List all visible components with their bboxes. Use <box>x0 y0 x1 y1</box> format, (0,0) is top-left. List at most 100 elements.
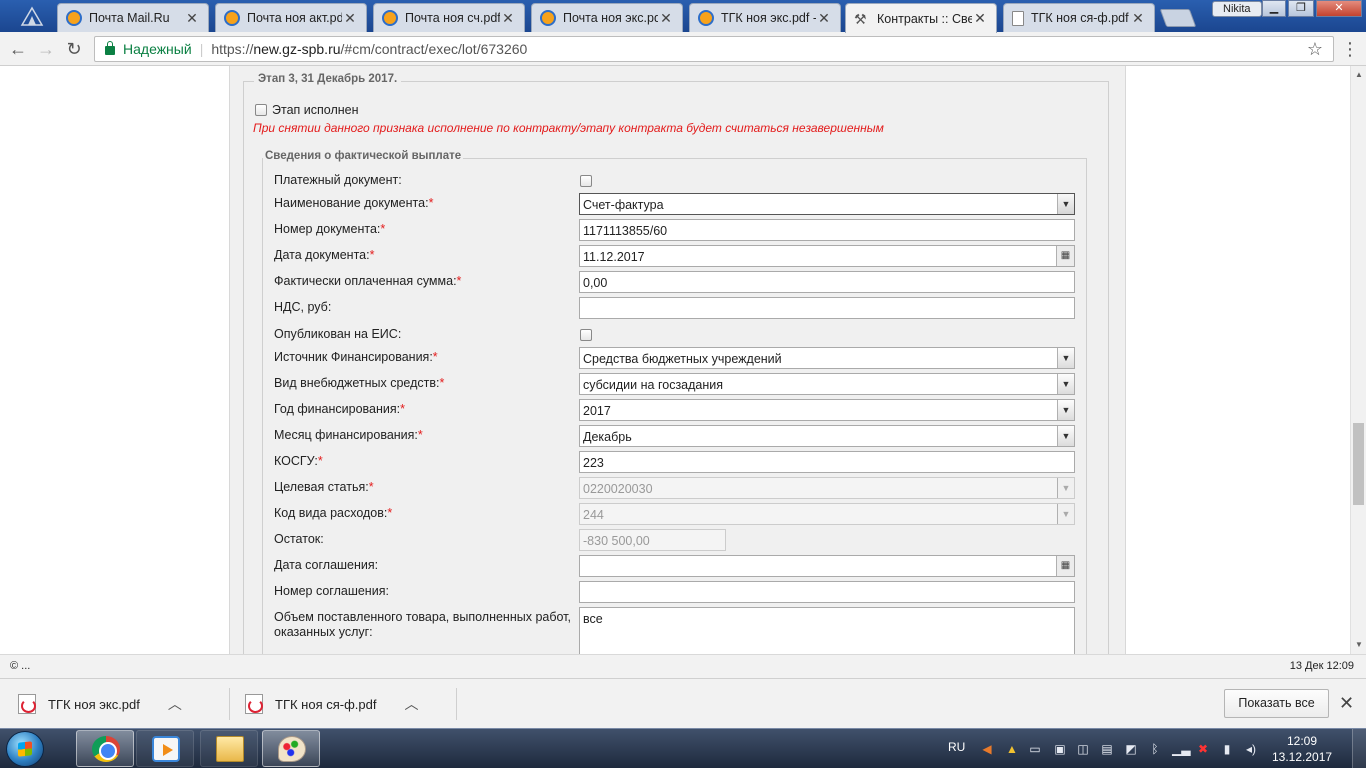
monitor-icon[interactable]: ▭ <box>1028 742 1042 756</box>
scrollbar-thumb[interactable] <box>1353 423 1364 505</box>
tab-mail-exp[interactable]: Почта ноя экс.pdf ✕ <box>531 3 683 32</box>
separator: | <box>199 41 204 57</box>
agreement-number-label: Номер соглашения: <box>274 584 389 598</box>
chevron-up-icon[interactable]: ︿ <box>168 694 182 714</box>
new-tab-button[interactable] <box>1159 9 1197 27</box>
funding-year-label-text: Год финансирования: <box>274 402 401 416</box>
signal-icon[interactable]: ▁▃ <box>1172 742 1190 756</box>
taskbar-media-player[interactable] <box>136 730 194 767</box>
usb-icon[interactable]: ◫ <box>1076 742 1090 756</box>
tab-tgk-exp[interactable]: ТГК ноя экс.pdf - ✕ <box>689 3 841 32</box>
row-agreement-number: Номер соглашения: <box>274 581 1079 603</box>
back-arrow-icon[interactable]: ← <box>7 38 29 60</box>
funding-year-value: 2017 <box>583 404 611 418</box>
tab-tgk-sf[interactable]: ТГК ноя ся-ф.pdf ✕ <box>1003 3 1155 32</box>
speaker-icon[interactable]: ◀ <box>980 742 994 756</box>
stage-done-checkbox-row[interactable]: Этап исполнен <box>255 103 359 117</box>
taskbar-chrome[interactable] <box>76 730 134 767</box>
row-doc-date: Дата документа:* 11.12.2017 ▦ <box>274 245 1079 267</box>
funding-month-select[interactable]: Декабрь ▼ <box>579 425 1075 447</box>
taskbar-paint[interactable] <box>262 730 320 767</box>
published-checkbox[interactable] <box>580 329 592 341</box>
app-tray-icon[interactable]: ◩ <box>1124 742 1138 756</box>
tab-close-icon[interactable]: ✕ <box>658 10 674 27</box>
offbudget-select[interactable]: субсидии на госзадания ▼ <box>579 373 1075 395</box>
chevron-down-icon[interactable]: ▼ <box>1057 348 1074 368</box>
doc-number-input[interactable]: 1171113855/60 <box>579 219 1075 241</box>
address-bar[interactable]: Надежный | https://new.gz-spb.ru/#cm/con… <box>94 36 1334 62</box>
bookmark-star-icon[interactable]: ☆ <box>1307 39 1323 60</box>
chevron-down-icon[interactable]: ▼ <box>1057 426 1074 446</box>
close-icon[interactable]: ✕ <box>1339 693 1354 714</box>
calendar-icon[interactable]: ▦ <box>1056 246 1074 266</box>
bluetooth-icon[interactable]: ᛒ <box>1148 742 1162 756</box>
row-volume: Объем поставленного товара, выполненных … <box>274 607 1079 654</box>
required-mark: * <box>432 350 438 364</box>
clock[interactable]: 12:09 13.12.2017 <box>1272 733 1332 765</box>
window-close-button[interactable]: ✕ <box>1316 0 1362 17</box>
no-network-icon[interactable]: ✖ <box>1196 742 1210 756</box>
download-shelf: ТГК ноя экс.pdf ︿ ТГК ноя ся-ф.pdf ︿ Пок… <box>0 678 1366 728</box>
agreement-number-input[interactable] <box>579 581 1075 603</box>
doc-name-select[interactable]: Счет-фактура ▼ <box>579 193 1075 215</box>
mailru-icon <box>224 10 240 26</box>
funding-source-label-text: Источник Финансирования: <box>274 350 433 364</box>
balance-input: -830 500,00 <box>579 529 726 551</box>
tab-mail-invoice[interactable]: Почта ноя сч.pdf ✕ <box>373 3 525 32</box>
url-path: /#cm/contract/exec/lot/673260 <box>340 41 528 57</box>
tab-close-icon[interactable]: ✕ <box>342 10 358 27</box>
tab-close-icon[interactable]: ✕ <box>972 10 988 27</box>
battery-icon[interactable]: ▮ <box>1220 742 1234 756</box>
scroll-down-arrow-icon[interactable]: ▼ <box>1355 640 1363 649</box>
required-mark: * <box>387 506 393 520</box>
paid-sum-input[interactable]: 0,00 <box>579 271 1075 293</box>
chevron-down-icon[interactable]: ▼ <box>1057 194 1074 214</box>
media-player-icon <box>152 736 180 762</box>
network-icon[interactable]: ▣ <box>1053 742 1067 756</box>
status-bar: © ... 13 Дек 12:09 <box>0 654 1366 678</box>
maximize-button[interactable]: ❐ <box>1288 0 1314 17</box>
funding-year-select[interactable]: 2017 ▼ <box>579 399 1075 421</box>
menu-icon[interactable]: ⋮ <box>1340 38 1360 60</box>
tab-mailru[interactable]: Почта Mail.Ru ✕ <box>57 3 209 32</box>
tab-close-icon[interactable]: ✕ <box>184 10 200 27</box>
mailru-icon <box>382 10 398 26</box>
row-published: Опубликован на ЕИС: <box>274 324 1079 346</box>
doc-date-input[interactable]: 11.12.2017 ▦ <box>579 245 1075 267</box>
tab-title: Контракты :: Свед <box>877 11 972 26</box>
tab-close-icon[interactable]: ✕ <box>500 10 516 27</box>
page-scrollbar[interactable]: ▲ ▼ <box>1350 66 1366 654</box>
minimize-button[interactable]: ▁ <box>1262 0 1286 17</box>
agreement-date-input[interactable]: ▦ <box>579 555 1075 577</box>
calendar-icon[interactable]: ▦ <box>1056 556 1074 576</box>
tab-contracts[interactable]: ⚒ Контракты :: Свед ✕ <box>845 3 997 33</box>
chevron-up-icon[interactable]: ︿ <box>404 694 418 714</box>
kosgu-input[interactable]: 223 <box>579 451 1075 473</box>
download-item[interactable]: ТГК ноя экс.pdf ︿ <box>18 688 230 720</box>
chevron-down-icon[interactable]: ▼ <box>1057 400 1074 420</box>
language-indicator[interactable]: RU <box>948 740 965 754</box>
tab-mail-act[interactable]: Почта ноя акт.pdf ✕ <box>215 3 367 32</box>
download-item[interactable]: ТГК ноя ся-ф.pdf ︿ <box>245 688 457 720</box>
tab-close-icon[interactable]: ✕ <box>1130 10 1146 27</box>
scroll-up-arrow-icon[interactable]: ▲ <box>1355 70 1363 79</box>
stage-done-checkbox[interactable] <box>255 104 267 116</box>
reload-icon[interactable]: ↻ <box>63 38 85 60</box>
payment-doc-checkbox[interactable] <box>580 175 592 187</box>
volume-icon[interactable]: ◂) <box>1244 742 1258 756</box>
funding-source-label: Источник Финансирования:* <box>274 350 438 364</box>
page-viewport: Этап 3, 31 Декабрь 2017. Этап исполнен П… <box>0 66 1350 654</box>
profile-button[interactable]: Nikita <box>1212 1 1262 17</box>
forward-arrow-icon[interactable]: → <box>35 38 57 60</box>
chevron-down-icon[interactable]: ▼ <box>1057 374 1074 394</box>
warning-icon[interactable]: ▲ <box>1005 742 1019 756</box>
show-all-downloads-button[interactable]: Показать все <box>1224 689 1329 718</box>
funding-source-select[interactable]: Средства бюджетных учреждений ▼ <box>579 347 1075 369</box>
volume-textarea[interactable]: все <box>579 607 1075 654</box>
start-button[interactable] <box>6 731 44 767</box>
show-desktop-button[interactable] <box>1352 729 1366 769</box>
tab-close-icon[interactable]: ✕ <box>816 10 832 27</box>
taskbar-explorer[interactable] <box>200 730 258 767</box>
printer-icon[interactable]: ▤ <box>1100 742 1114 756</box>
vat-input[interactable] <box>579 297 1075 319</box>
